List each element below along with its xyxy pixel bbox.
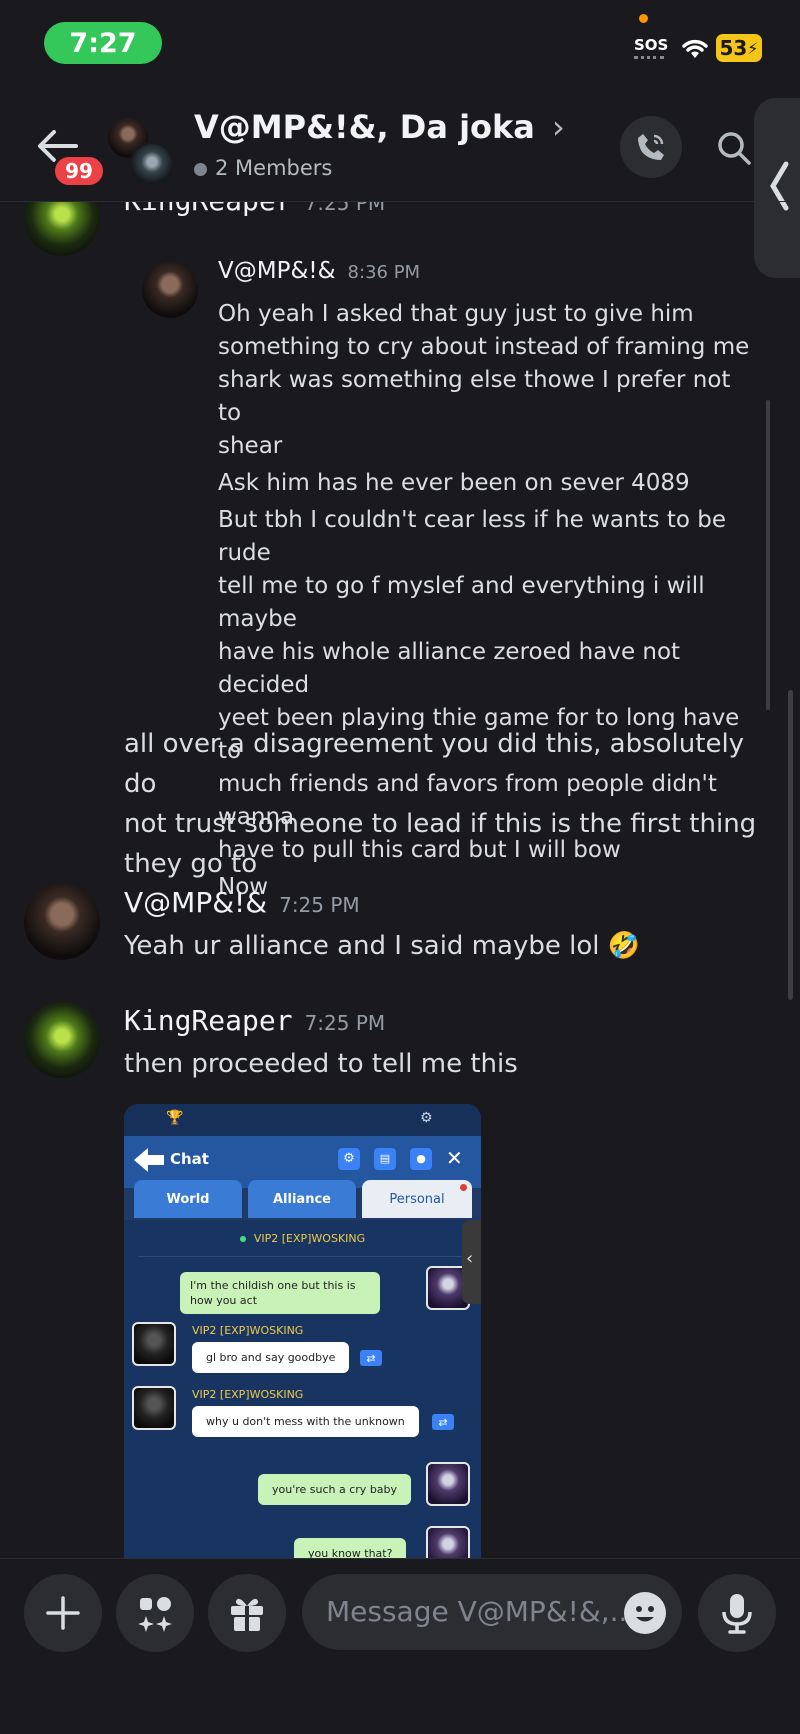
chat-bubble: you're such a cry baby — [258, 1474, 412, 1505]
timestamp: 7:25 PM — [304, 1011, 386, 1035]
settings-icon: ⚙ — [420, 1110, 433, 1126]
timestamp: 7:25 PM — [279, 893, 360, 917]
timestamp: 8:36 PM — [347, 262, 421, 283]
message-input-placeholder: Message V@MP&!&,... — [326, 1595, 637, 1628]
avatar — [132, 1386, 176, 1430]
chat-bubble: why u don't mess with the unknown — [192, 1406, 419, 1437]
channel-title[interactable]: V@MP&!&, Da joka › — [194, 108, 565, 146]
message-header: V@MP&!& 7:25 PM — [124, 886, 360, 919]
message-line: all over a disagreement you did this, ab… — [124, 729, 745, 799]
message-line: shark was something else thowe I prefer … — [218, 367, 731, 426]
message-header: KingReaper 7:25 PM — [124, 1004, 385, 1037]
message-line: not trust someone to lead if this is the… — [124, 809, 757, 839]
online-dot — [239, 1236, 246, 1242]
online-user-name: VIP2 [EXP]WOSKING — [253, 1232, 366, 1245]
composer-divider — [0, 1558, 800, 1559]
microphone-icon — [722, 1594, 752, 1634]
apps-sparkle-icon — [138, 1597, 172, 1632]
message-line: have his whole alliance zeroed have not … — [218, 639, 681, 698]
game-chat-tabs: World Alliance Personal — [124, 1180, 481, 1220]
message-header: KingReaper 7:25 PM — [124, 202, 385, 217]
emoji-icon — [636, 1606, 654, 1622]
close-icon: ✕ — [446, 1146, 463, 1170]
avatar — [426, 1526, 470, 1558]
battery-indicator: 53 ⚡ — [716, 34, 762, 62]
apps-button[interactable] — [116, 1574, 194, 1652]
notification-dot — [460, 1184, 467, 1191]
voice-message-button[interactable] — [698, 1574, 776, 1652]
privacy-indicator — [639, 14, 648, 23]
message-header: V@MP&!& 8:36 PM — [218, 258, 420, 284]
inner-scrollbar[interactable] — [766, 400, 770, 710]
chat-scrollbar[interactable] — [788, 690, 793, 1000]
phone-call-icon — [638, 134, 664, 160]
trophy-icon: 🏆 — [166, 1110, 184, 1126]
signal-dots — [634, 56, 664, 62]
avatar[interactable] — [24, 202, 100, 256]
channel-title-text: V@MP&!&, Da joka — [194, 108, 535, 146]
avatar[interactable] — [142, 262, 198, 318]
game-chat-body: VIP2 [EXP]WOSKING I'm the childish one b… — [124, 1220, 481, 1558]
tab-personal: Personal — [362, 1180, 472, 1218]
translate-icon: ⇄ — [432, 1414, 454, 1430]
chat-bubble: gl bro and say goodbye — [192, 1342, 350, 1373]
unread-badge: 99 — [52, 154, 106, 188]
message-line: they go to — [124, 849, 258, 879]
avatar — [132, 1322, 176, 1366]
message-line: tell me to go f myslef and everything i … — [218, 573, 705, 632]
gear-icon: ⚙ — [338, 1148, 360, 1170]
avatar[interactable] — [24, 1002, 100, 1078]
charging-icon: ⚡ — [747, 38, 759, 58]
chevron-left-icon: ‹ — [466, 1248, 474, 1269]
chat-bubble: I'm the childish one but this is how you… — [180, 1272, 380, 1314]
chevron-right-icon: › — [552, 108, 565, 146]
chat-bubble: you know that? — [294, 1538, 407, 1558]
tab-world: World — [134, 1180, 242, 1218]
author-name[interactable]: KingReaper — [124, 1004, 293, 1037]
group-avatar-joka — [130, 142, 174, 186]
message-line: something to cry about instead of framin… — [218, 334, 750, 360]
status-time: 7:27 — [44, 22, 162, 64]
gift-icon — [231, 1598, 263, 1631]
member-count: 2 Members — [194, 156, 332, 180]
game-topbar: 🏆 ⚙ — [124, 1104, 481, 1136]
timestamp: 7:25 PM — [304, 202, 386, 215]
divider — [138, 1256, 468, 1257]
author-name[interactable]: V@MP&!& — [218, 258, 336, 284]
message-line: Ask him has he ever been on sever 4089 — [218, 470, 690, 496]
message-line: But tbh I couldn't cear less if he wants… — [218, 507, 727, 566]
message-text: Yeah ur alliance and I said maybe lol 🤣 — [124, 931, 641, 961]
avatar[interactable] — [24, 884, 100, 960]
author-name[interactable]: V@MP&!& — [124, 886, 267, 919]
message-line: shear — [218, 433, 283, 459]
wifi-icon — [682, 39, 708, 58]
game-chat-title: Chat — [170, 1150, 209, 1168]
tab-alliance: Alliance — [248, 1180, 356, 1218]
member-count-text: 2 Members — [215, 156, 333, 180]
sender-tag: VIP2 [EXP]WOSKING — [192, 1388, 304, 1401]
add-attachment-button[interactable] — [24, 1574, 102, 1652]
gift-button[interactable] — [208, 1574, 286, 1652]
search-icon[interactable] — [716, 130, 752, 166]
user-icon: ● — [410, 1148, 432, 1170]
image-attachment[interactable]: 🏆 ⚙ Chat ⚙ ▤ ● ✕ World Alliance Personal… — [124, 1104, 481, 1558]
message-text: all over a disagreement you did this, ab… — [124, 724, 784, 884]
back-arrow-icon — [134, 1148, 164, 1172]
message-line: Oh yeah I asked that guy just to give hi… — [218, 301, 694, 327]
sos-indicator: SOS — [634, 36, 669, 54]
call-button[interactable] — [620, 116, 682, 178]
author-name[interactable]: KingReaper — [124, 202, 293, 217]
message-text: then proceeded to tell me this — [124, 1049, 518, 1079]
plus-icon — [46, 1596, 80, 1630]
chat-icon: ▤ — [374, 1148, 396, 1170]
online-user-row: VIP2 [EXP]WOSKING — [124, 1232, 481, 1245]
battery-level: 53 — [719, 36, 748, 60]
translate-icon: ⇄ — [360, 1350, 382, 1366]
side-panel-handle: ‹ — [462, 1220, 481, 1304]
avatar — [426, 1462, 470, 1506]
emoji-button[interactable] — [624, 1592, 666, 1634]
status-dot-icon — [194, 162, 207, 176]
sender-tag: VIP2 [EXP]WOSKING — [192, 1324, 304, 1337]
message-list[interactable]: KingReaper 7:25 PM V@MP&!& 8:36 PM Oh yeah… — [0, 202, 800, 1558]
